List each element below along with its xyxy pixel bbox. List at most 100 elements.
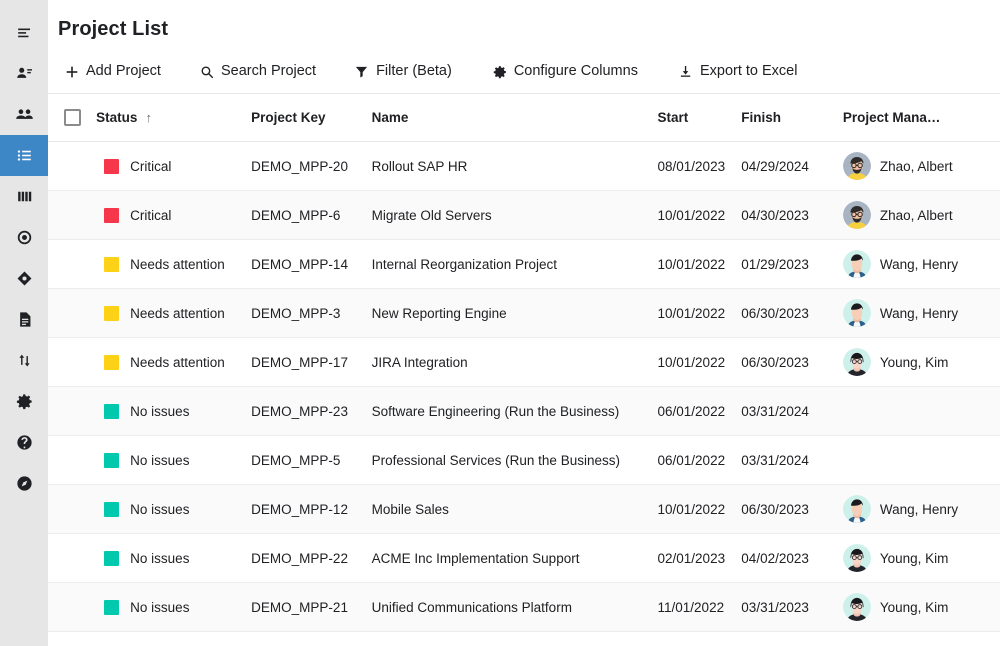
sidebar-item-updown[interactable]: [0, 340, 48, 381]
project-key-cell: DEMO_MPP-23: [251, 386, 372, 436]
finish-date-cell: 04/29/2024: [741, 141, 843, 191]
sidebar-item-gear[interactable]: [0, 381, 48, 422]
avatar: [842, 544, 871, 572]
table-row[interactable]: Needs attention DEMO_MPP-14 Internal Reorg…: [48, 239, 1000, 289]
project-manager-cell: Young, Kim: [842, 337, 1000, 387]
column-header-status-label: Status: [96, 110, 138, 125]
finish-date-cell: 03/31/2024: [741, 386, 843, 436]
avatar: [842, 593, 871, 621]
sidebar-item-target[interactable]: [0, 217, 48, 258]
search-icon: [199, 64, 214, 79]
filter-icon: [354, 64, 369, 79]
sidebar-item-list[interactable]: [0, 135, 48, 176]
menu-collapse-icon: [15, 23, 34, 42]
sidebar-item-people[interactable]: [0, 94, 48, 135]
project-name-cell[interactable]: ACME Inc Implementation Support: [371, 533, 658, 583]
status-label: No issues: [130, 501, 190, 517]
status-color-swatch: [104, 550, 120, 566]
people-group-icon: [15, 105, 34, 124]
column-header-name[interactable]: Name: [371, 93, 658, 142]
table-row[interactable]: No issues DEMO_MPP-21 Unified Communicatio…: [48, 582, 1000, 632]
start-date-cell: 02/01/2023: [657, 533, 742, 583]
project-manager-cell: [842, 386, 1000, 436]
columns-board-icon: [15, 187, 34, 206]
sidebar-item-compass[interactable]: [0, 463, 48, 504]
row-select-cell: [48, 141, 97, 191]
row-select-cell: [48, 533, 97, 583]
sidebar-item-document[interactable]: [0, 299, 48, 340]
project-name-cell[interactable]: Professional Services (Run the Business): [371, 435, 658, 485]
status-label: No issues: [130, 599, 190, 615]
project-name-cell[interactable]: Unified Communications Platform: [371, 582, 658, 632]
table-row[interactable]: No issues DEMO_MPP-23 Software Engineering…: [48, 386, 1000, 436]
page-title: Project List: [58, 18, 169, 40]
row-select-cell: [48, 288, 97, 338]
table-row[interactable]: Critical DEMO_MPP-20 Rollout SAP HR 08/01/2…: [48, 141, 1000, 191]
avatar: [842, 495, 871, 523]
sidebar-item-columns[interactable]: [0, 176, 48, 217]
table-row[interactable]: Critical DEMO_MPP-6 Migrate Old Servers 10/…: [48, 190, 1000, 240]
project-name-cell[interactable]: Rollout SAP HR: [371, 141, 658, 191]
table-row[interactable]: No issues DEMO_MPP-12 Mobile Sales 10/01/20…: [48, 484, 1000, 534]
project-name-cell[interactable]: JIRA Integration: [371, 337, 658, 387]
project-name-cell[interactable]: New Reporting Engine: [371, 288, 658, 338]
toolbar-button-export-to-excel[interactable]: Export to Excel: [672, 57, 814, 85]
toolbar-button-filter-beta[interactable]: Filter (Beta): [348, 57, 468, 85]
status-label: No issues: [130, 452, 190, 468]
status-label: Critical: [130, 207, 172, 223]
diamond-icon: [15, 269, 34, 288]
start-date-cell: 10/01/2022: [657, 239, 742, 289]
sidebar-item-help[interactable]: [0, 422, 48, 463]
sidebar-item-diamond[interactable]: [0, 258, 48, 299]
download-icon: [678, 64, 693, 79]
project-table: Status ↑ Project Key Name Start Finish P…: [48, 93, 1000, 632]
sidebar-item-lines-align[interactable]: [0, 12, 48, 53]
table-row[interactable]: Needs attention DEMO_MPP-3 New Reporting E…: [48, 288, 1000, 338]
avatar: [842, 152, 871, 180]
table-row[interactable]: No issues DEMO_MPP-5 Professional Services…: [48, 435, 1000, 485]
avatar: [842, 348, 871, 376]
toolbar-button-label: Export to Excel: [699, 63, 798, 79]
finish-date-cell: 03/31/2024: [741, 435, 843, 485]
status-cell: Needs attention: [96, 239, 252, 289]
project-manager-name: Zhao, Albert: [879, 158, 953, 174]
finish-date-cell: 06/30/2023: [741, 288, 843, 338]
row-select-cell: [48, 484, 97, 534]
status-cell: No issues: [96, 386, 252, 436]
sidebar: [0, 0, 48, 646]
compass-icon: [15, 474, 34, 493]
column-header-project-manager[interactable]: Project Mana…: [842, 93, 1000, 142]
toolbar-button-configure-columns[interactable]: Configure Columns: [486, 57, 654, 85]
column-header-status[interactable]: Status ↑: [96, 93, 252, 142]
status-color-swatch: [104, 599, 120, 615]
column-header-finish[interactable]: Finish: [741, 93, 843, 142]
project-manager-name: Wang, Henry: [879, 305, 959, 321]
project-name-cell[interactable]: Internal Reorganization Project: [371, 239, 658, 289]
avatar: [842, 201, 871, 229]
column-header-project-key[interactable]: Project Key: [251, 93, 372, 142]
start-date-cell: 10/01/2022: [657, 337, 742, 387]
toolbar-button-add-project[interactable]: Add Project: [58, 57, 177, 85]
table-row[interactable]: No issues DEMO_MPP-22 ACME Inc Implementat…: [48, 533, 1000, 583]
finish-date-cell: 04/30/2023: [741, 190, 843, 240]
column-header-start[interactable]: Start: [657, 93, 742, 142]
status-cell: Needs attention: [96, 288, 252, 338]
sort-ascending-icon[interactable]: ↑: [145, 111, 152, 124]
finish-date-cell: 06/30/2023: [741, 337, 843, 387]
sidebar-item-person-lines[interactable]: [0, 53, 48, 94]
project-name-cell[interactable]: Migrate Old Servers: [371, 190, 658, 240]
table-row[interactable]: Needs attention DEMO_MPP-17 JIRA Integrati…: [48, 337, 1000, 387]
start-date-cell: 06/01/2022: [657, 435, 742, 485]
table-header: Status ↑ Project Key Name Start Finish P…: [48, 93, 1000, 142]
project-manager-name: Young, Kim: [879, 354, 949, 370]
row-select-cell: [48, 582, 97, 632]
select-all-checkbox[interactable]: [64, 109, 81, 126]
finish-date-cell: 06/30/2023: [741, 484, 843, 534]
start-date-cell: 10/01/2022: [657, 484, 742, 534]
project-key-cell: DEMO_MPP-5: [251, 435, 372, 485]
project-name-cell[interactable]: Software Engineering (Run the Business): [371, 386, 658, 436]
toolbar-button-search-project[interactable]: Search Project: [193, 57, 332, 85]
toolbar-button-label: Search Project: [220, 63, 317, 79]
project-manager-cell: Wang, Henry: [842, 239, 1000, 289]
project-name-cell[interactable]: Mobile Sales: [371, 484, 658, 534]
